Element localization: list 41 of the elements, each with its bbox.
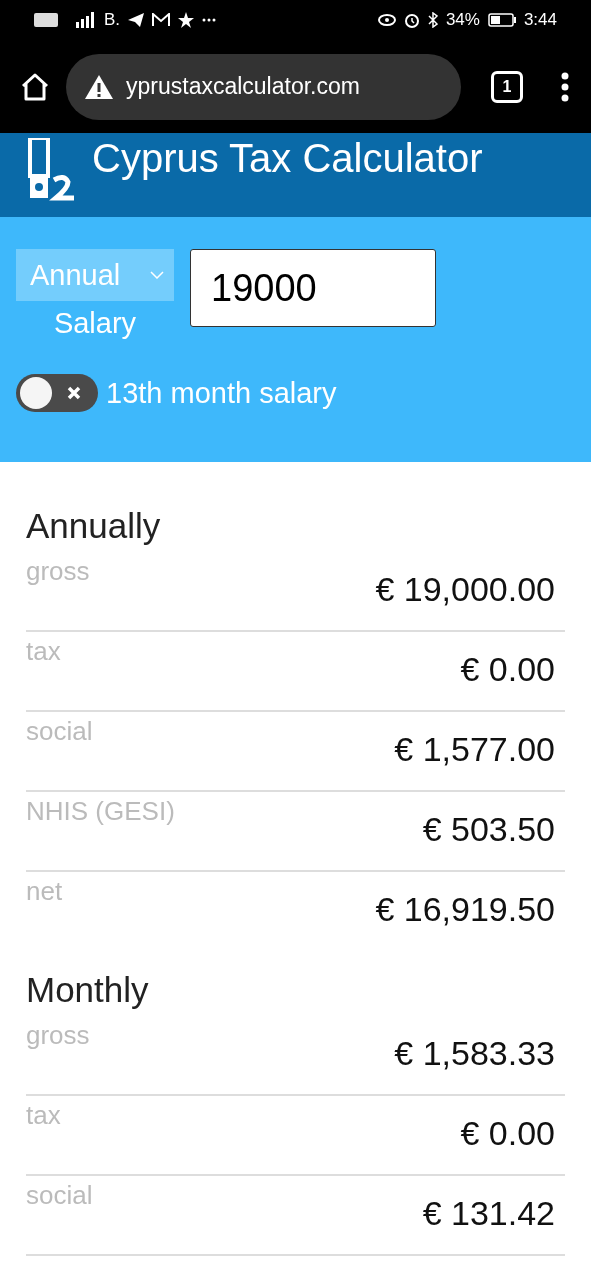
star-icon <box>178 12 195 28</box>
row-label: social <box>26 1180 93 1212</box>
eye-icon <box>377 14 396 26</box>
row-value: € 0.00 <box>460 1114 555 1154</box>
toggle-label: 13th month salary <box>106 376 337 410</box>
more-icon <box>202 18 217 22</box>
battery-icon <box>487 13 516 27</box>
row-label: tax <box>26 1100 61 1132</box>
section-heading: Annually <box>26 506 162 546</box>
row-value: € 503.50 <box>422 810 555 850</box>
row-value: € 1,577.00 <box>394 730 555 770</box>
row-label: tax <box>26 636 61 668</box>
alarm-icon <box>403 12 420 28</box>
menu-icon[interactable] <box>559 71 571 102</box>
mail-icon <box>152 13 171 27</box>
address-bar[interactable]: yprustaxcalculator.com <box>66 53 461 120</box>
salary-label: Salary <box>53 307 137 340</box>
row-value: € 19,000.00 <box>375 570 555 610</box>
row-label: gross <box>26 556 90 588</box>
site-title: Cyprus Tax Calculator <box>92 135 483 181</box>
home-icon[interactable] <box>20 71 50 102</box>
row-value: € 16,919.50 <box>375 890 555 930</box>
toggle-switch[interactable] <box>16 374 98 412</box>
send-icon <box>128 13 145 27</box>
chevron-icon <box>150 271 164 279</box>
row-label: gross <box>26 1020 90 1052</box>
battery-percent: 34% <box>445 10 480 30</box>
warning-icon <box>84 73 114 100</box>
tab-count[interactable]: 1 <box>491 70 523 103</box>
logo-icon <box>28 138 76 202</box>
section-heading: Monthly <box>26 970 150 1010</box>
salary-input[interactable]: 19000 <box>190 249 436 327</box>
row-value: € 131.42 <box>422 1194 555 1234</box>
row-value: € 0.00 <box>460 650 555 690</box>
clock-time: 3:44 <box>523 10 557 30</box>
row-label: net <box>26 876 63 908</box>
row-value: € 1,583.33 <box>394 1034 555 1074</box>
row-label: social <box>26 716 93 748</box>
carrier-text: B. <box>104 10 121 30</box>
row-label: NHIS (GESI) <box>26 796 175 828</box>
bluetooth-icon <box>427 12 438 28</box>
